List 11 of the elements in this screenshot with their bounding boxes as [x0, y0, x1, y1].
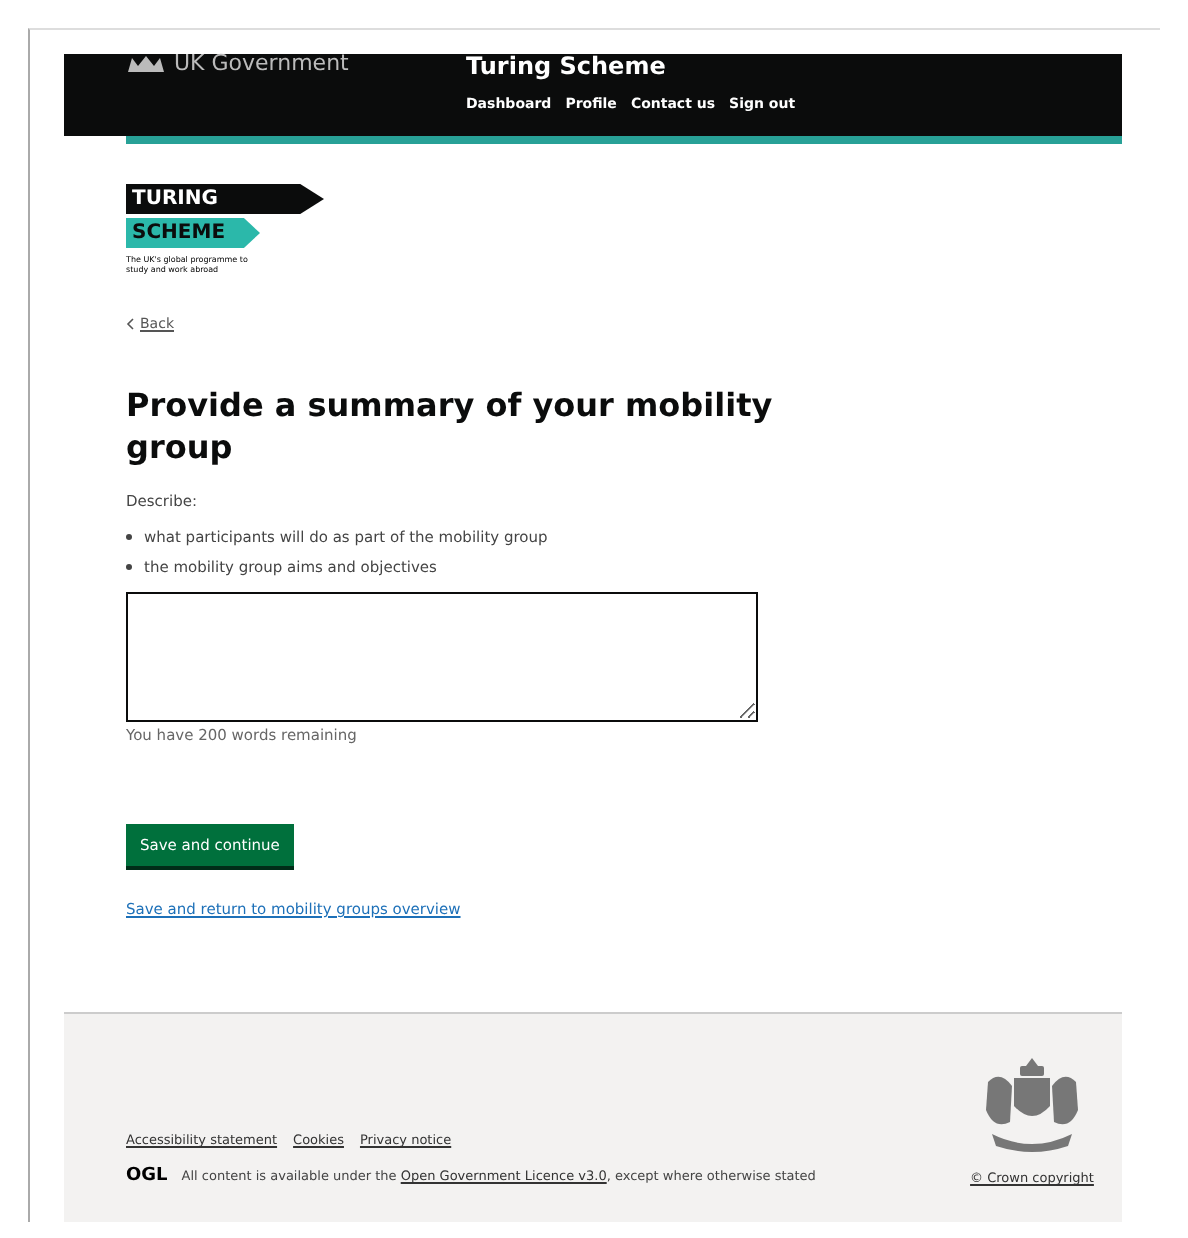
logo-banner: SCHEME — [126, 218, 260, 248]
bullet-icon — [126, 564, 132, 570]
bullet-icon — [126, 534, 132, 540]
page-heading: Provide a summary of your mobility group — [126, 384, 775, 468]
chevron-icon — [126, 318, 134, 330]
summary-field[interactable] — [126, 592, 758, 722]
logo-banner: TURING — [126, 184, 324, 214]
crown-icon — [126, 54, 166, 74]
ogl-logo: OGL — [126, 1166, 168, 1186]
service-name: Turing Scheme — [466, 54, 668, 78]
brand-name: UK Government — [174, 54, 349, 74]
